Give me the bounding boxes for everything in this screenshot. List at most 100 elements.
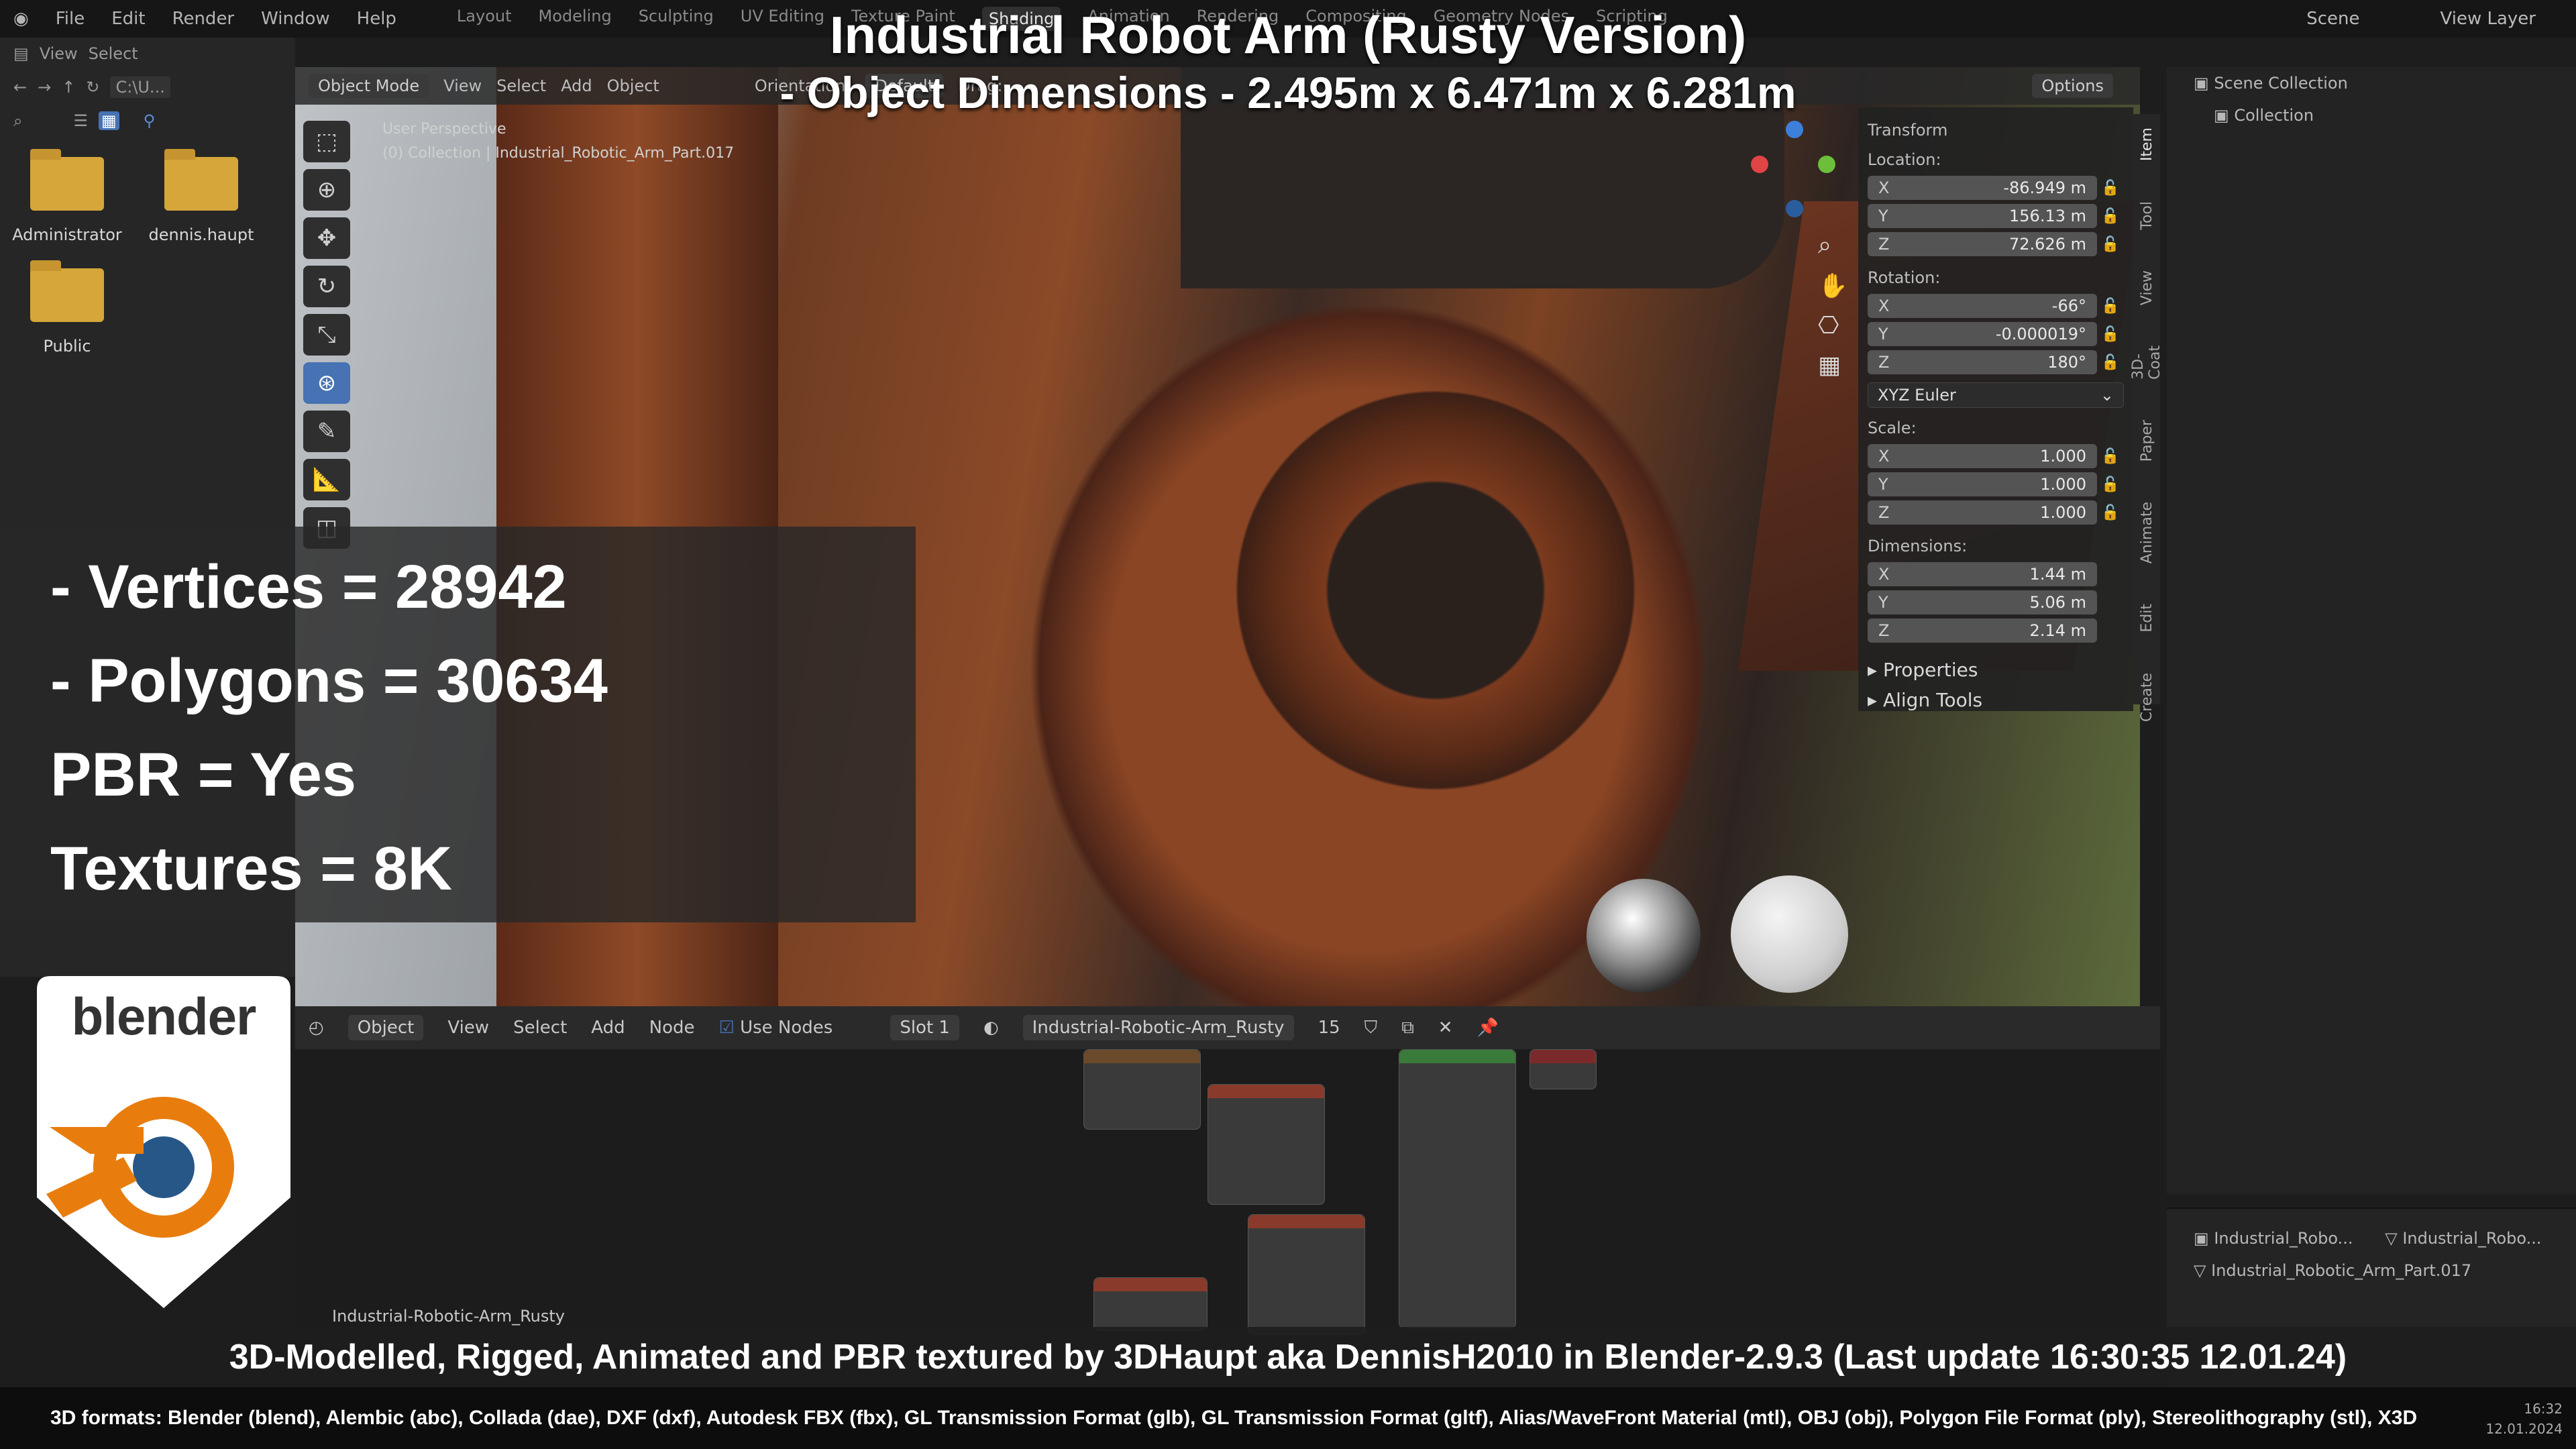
tab-edit[interactable]: Edit [2139,604,2155,633]
zoom-icon[interactable]: ⌕ [1818,231,1848,260]
image-texture-node[interactable] [1083,1049,1201,1130]
collection-path-label: (0) Collection | Industrial_Robotic_Arm_… [382,145,735,162]
properties-object-row[interactable]: ▣ Industrial_Robo... ▽ Industrial_Robo..… [2167,1222,2576,1254]
mesh-icon: ▽ [2194,1261,2206,1280]
tab-tool[interactable]: Tool [2139,201,2155,230]
node-add-menu[interactable]: Add [591,1018,625,1038]
duplicate-material-icon[interactable]: ⧉ [1401,1018,1414,1038]
cursor-icon[interactable]: ⊕ [303,169,350,211]
properties-mesh-row[interactable]: ▽ Industrial_Robotic_Arm_Part.017 [2167,1254,2576,1287]
rotation-x-field[interactable]: X -66° [1868,294,2097,318]
lock-icon[interactable]: 🔓 [2097,448,2124,465]
select-box-icon[interactable]: ⬚ [303,121,350,162]
editor-type-icon[interactable]: ◴ [309,1018,324,1038]
x-axis-icon[interactable] [1751,156,1768,173]
stats-panel: - Vertices = 28942 - Polygons = 30634 PB… [0,527,916,922]
material-users-count[interactable]: 15 [1318,1018,1340,1038]
z-axis-icon[interactable] [1786,121,1803,138]
dimension-x-field[interactable]: X 1.44 m [1868,562,2097,586]
node-editor-header: ◴ Object View Select Add Node ☑ Use Node… [295,1006,2160,1049]
node-node-menu[interactable]: Node [649,1018,695,1038]
scale-label: Scale: [1868,419,1917,437]
lock-icon[interactable]: 🔓 [2097,236,2124,253]
camera-icon[interactable]: ⎔ [1818,312,1848,339]
folder-icon [30,149,104,211]
location-y-field[interactable]: Y 156.13 m [1868,204,2097,228]
tab-item[interactable]: Item [2139,127,2155,161]
scale-x-field[interactable]: X 1.000 [1868,444,2097,468]
transform-icon[interactable]: ⊛ [303,362,350,404]
perspective-label: User Perspective [382,121,506,138]
annotate-icon[interactable]: ✎ [303,411,350,452]
dimension-y-field[interactable]: Y 5.06 m [1868,590,2097,614]
tab-animate[interactable]: Animate [2139,502,2155,564]
tab-create[interactable]: Create [2139,673,2155,722]
image-texture-node[interactable] [1208,1084,1325,1205]
lock-icon[interactable]: 🔓 [2097,180,2124,197]
tab-paper[interactable]: Paper [2139,420,2155,462]
rotation-y-field[interactable]: Y -0.000019° [1868,322,2097,346]
neg-z-axis-icon[interactable] [1786,200,1803,217]
sidebar-n-panel: Transform Location: X -86.949 m 🔓 Y 156.13 … [1858,107,2133,711]
principled-bsdf-node[interactable] [1399,1049,1516,1328]
close-icon[interactable]: ✕ [1438,1018,1453,1038]
node-view-menu[interactable]: View [447,1018,489,1038]
dimension-z-field[interactable]: Z 2.14 m [1868,619,2097,643]
taskbar-clock: 16:32 12.01.2024 [2485,1401,2563,1437]
scale-y-field[interactable]: Y 1.000 [1868,472,2097,496]
properties-section[interactable]: ▸ Properties [1868,659,2124,681]
fake-user-icon[interactable]: ⛉ [1364,1018,1378,1038]
lock-icon[interactable]: 🔓 [2097,208,2124,225]
folder-item[interactable]: Public [7,260,127,356]
viewport-nav-buttons: ⌕ ✋ ⎔ ▦ [1818,231,1848,379]
blender-logo-text: blender [71,987,257,1046]
material-output-node[interactable] [1529,1049,1597,1089]
image-texture-node[interactable] [1093,1277,1208,1331]
transform-section-header[interactable]: Transform [1868,121,2124,140]
object-dimensions-subtitle: - Object Dimensions - 2.495m x 6.471m x … [780,68,1796,117]
scale-z-field[interactable]: Z 1.000 [1868,500,2097,525]
lock-icon[interactable]: 🔓 [2097,298,2124,315]
node-tree-name: Industrial-Robotic-Arm_Rusty [332,1307,565,1326]
outliner: ▣ Scene Collection ▣ Collection [2167,67,2576,1194]
folder-label: Public [43,337,91,356]
grid-icon[interactable]: ▦ [1818,352,1848,379]
formats-bar: 3D formats: Blender (blend), Alembic (ab… [0,1387,2576,1449]
lock-icon[interactable]: 🔓 [2097,326,2124,343]
folder-label: dennis.haupt [148,225,254,244]
rotation-mode-dropdown[interactable]: XYZ Euler ⌄ [1868,382,2124,408]
use-nodes-checkbox[interactable]: ☑ Use Nodes [719,1018,833,1038]
pan-hand-icon[interactable]: ✋ [1818,272,1848,300]
navigation-gizmo[interactable] [1751,121,1838,221]
tab-view[interactable]: View [2139,270,2155,305]
lock-icon[interactable]: 🔓 [2097,504,2124,521]
location-x-field[interactable]: X -86.949 m [1868,176,2097,200]
node-editor-canvas[interactable] [295,1049,2160,1335]
pin-icon[interactable]: 📌 [1477,1018,1499,1038]
image-texture-node[interactable] [1248,1214,1365,1335]
rotation-z-field[interactable]: Z 180° [1868,350,2097,374]
slot-dropdown[interactable]: Slot 1 [890,1015,959,1040]
scale-icon[interactable]: ⤡ [303,314,350,356]
material-name-field[interactable]: Industrial-Robotic-Arm_Rusty [1022,1015,1294,1040]
rotate-icon[interactable]: ↻ [303,266,350,307]
tab-3d-coat[interactable]: 3D-Coat [2130,345,2163,380]
measure-icon[interactable]: 📐 [303,459,350,500]
hdri-chrome-sphere [1587,879,1701,993]
move-icon[interactable]: ✥ [303,217,350,259]
node-select-menu[interactable]: Select [513,1018,567,1038]
dimensions-label: Dimensions: [1868,537,1968,555]
location-z-field[interactable]: Z 72.626 m [1868,232,2097,256]
viewport-info: User Perspective (0) Collection | Indust… [382,117,734,166]
mesh-data-icon: ▽ [2385,1229,2398,1248]
folder-item[interactable]: Administrator [7,149,127,244]
lock-icon[interactable]: 🔓 [2097,476,2124,493]
material-sphere-icon[interactable]: ◐ [983,1018,999,1038]
align-tools-section[interactable]: ▸ Align Tools [1868,689,2124,711]
lock-icon[interactable]: 🔓 [2097,354,2124,371]
shader-type-dropdown[interactable]: Object [347,1015,424,1040]
folder-item[interactable]: dennis.haupt [141,149,262,244]
polygons-stat: - Polygons = 30634 [50,647,608,715]
textures-stat: Textures = 8K [50,835,453,903]
y-axis-icon[interactable] [1818,156,1835,173]
